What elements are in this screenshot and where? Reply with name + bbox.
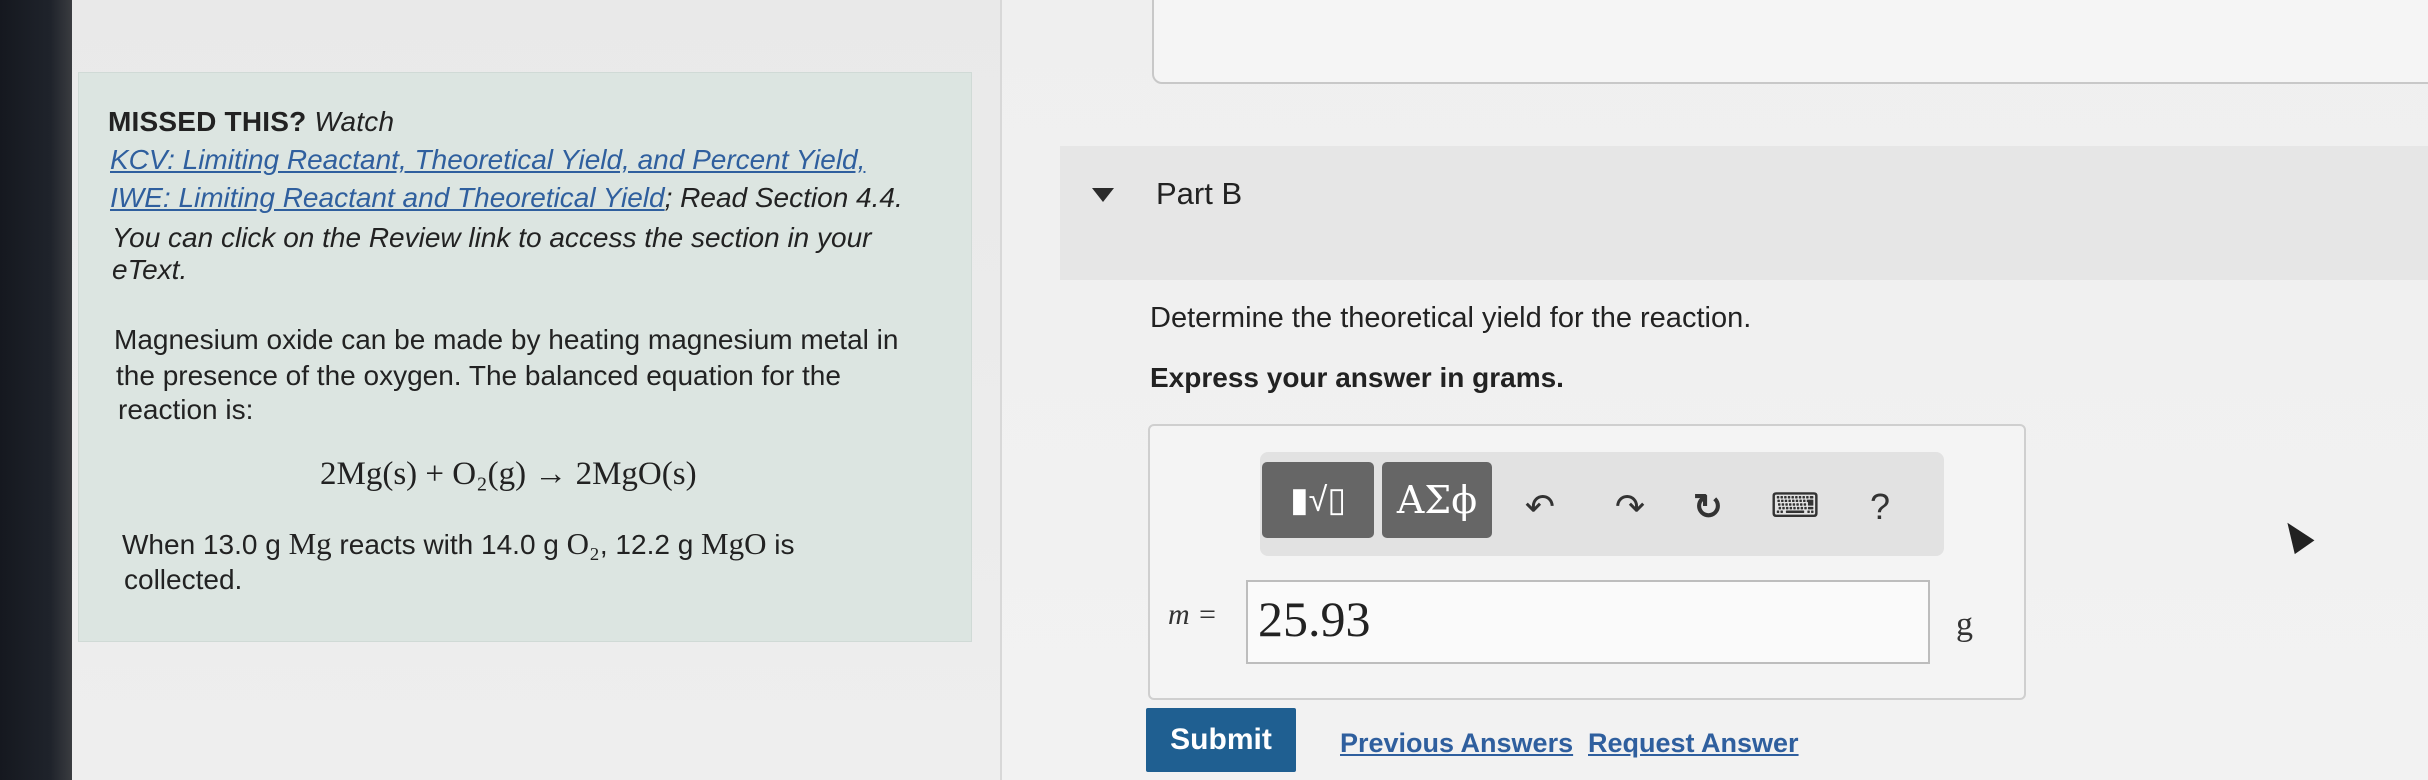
problem-line-2: the presence of the oxygen. The balanced…	[116, 360, 841, 391]
templates-button[interactable]: ▮√▯	[1262, 462, 1374, 538]
given-suffix: is	[774, 529, 795, 560]
given-line-1: When 13.0 g Mg reacts with 14.0 g O₂, 12…	[122, 526, 795, 562]
undo-icon[interactable]: ↶	[1520, 486, 1560, 528]
answer-input[interactable]: 25.93	[1246, 580, 1930, 664]
submit-button[interactable]: Submit	[1146, 708, 1296, 772]
balanced-equation: 2Mg(s) + O₂(g) → 2MgO(s)	[320, 456, 697, 492]
kcv-video-link[interactable]: KCV: Limiting Reactant, Theoretical Yiel…	[110, 144, 865, 176]
keyboard-icon[interactable]: ⌨	[1770, 486, 1820, 526]
given-mg: Mg	[288, 526, 332, 561]
given-mgo: MgO	[701, 526, 767, 561]
symbols-button[interactable]: ΑΣϕ	[1382, 462, 1492, 538]
watch-label: Watch	[314, 106, 395, 137]
help-icon[interactable]: ?	[1860, 486, 1900, 528]
variable-label: m =	[1168, 598, 1218, 631]
previous-part-box	[1152, 0, 2428, 84]
instruction-text: Express your answer in grams.	[1150, 362, 1564, 393]
iwe-video-link[interactable]: IWE: Limiting Reactant and Theoretical Y…	[110, 182, 665, 213]
review-link-text: You can click on the Review link to acce…	[112, 222, 872, 253]
part-b-header[interactable]	[1060, 146, 2428, 280]
redo-icon[interactable]: ↷	[1610, 486, 1650, 528]
unit-label: g	[1956, 606, 1973, 643]
iwe-line: IWE: Limiting Reactant and Theoretical Y…	[110, 182, 903, 214]
given-mid-1: reacts with 14.0 g	[339, 529, 559, 560]
missed-this-heading: MISSED THIS? Watch	[108, 106, 394, 138]
read-section-text: ; Read Section 4.4.	[664, 182, 903, 213]
missed-this-label: MISSED THIS?	[108, 106, 307, 137]
given-o2: O₂	[566, 526, 600, 561]
reset-icon[interactable]: ↻	[1688, 486, 1728, 528]
screen-bezel	[0, 0, 72, 780]
given-mid-2: , 12.2 g	[599, 529, 694, 560]
given-line-2: collected.	[124, 564, 243, 595]
part-b-title: Part B	[1156, 176, 1243, 211]
previous-answers-link[interactable]: Previous Answers	[1340, 728, 1573, 759]
collapse-caret-icon[interactable]	[1092, 188, 1114, 202]
request-answer-link[interactable]: Request Answer	[1588, 728, 1799, 759]
problem-line-3: reaction is:	[118, 394, 254, 425]
etext-text: eText.	[112, 254, 188, 285]
problem-line-1: Magnesium oxide can be made by heating m…	[114, 324, 899, 355]
given-prefix: When 13.0 g	[122, 529, 281, 560]
question-text: Determine the theoretical yield for the …	[1150, 302, 1752, 334]
